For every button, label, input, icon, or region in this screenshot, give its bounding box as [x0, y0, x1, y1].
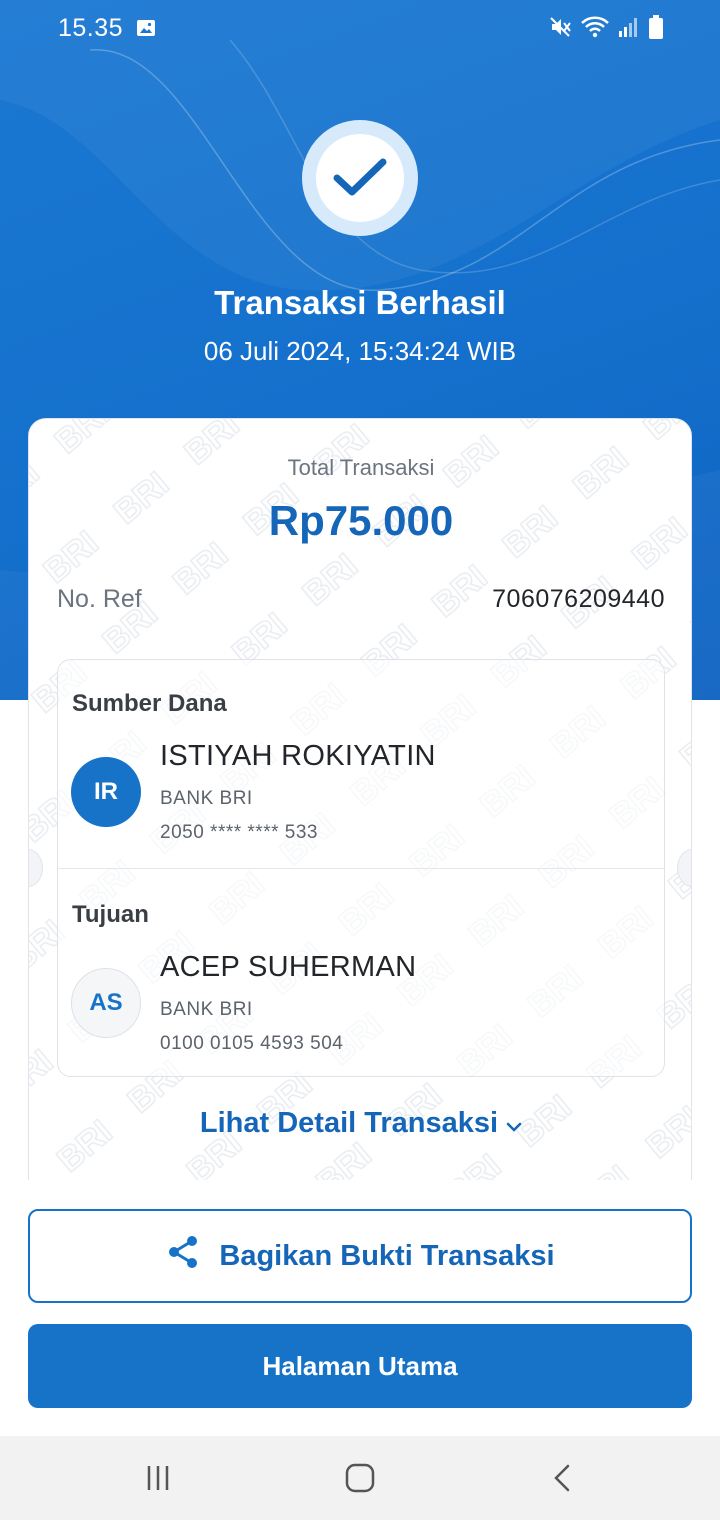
home-page-button[interactable]: Halaman Utama — [28, 1324, 692, 1408]
view-detail-link[interactable]: Lihat Detail Transaksi — [29, 1107, 691, 1141]
parties-divider — [58, 868, 664, 869]
total-amount: Rp75.000 — [268, 497, 454, 544]
total-label: Total Transaksi — [287, 455, 435, 480]
ref-label: No. Ref — [57, 585, 142, 613]
parties-box: Sumber Dana IR ISTIYAH ROKIYATIN BANK BR… — [57, 659, 665, 1077]
status-time: 15.35 — [58, 14, 124, 42]
destination-bank: BANK BRI — [160, 999, 253, 1020]
success-badge — [302, 120, 418, 236]
source-account: 2050 **** **** 533 — [160, 822, 318, 843]
destination-label: Tujuan — [72, 901, 149, 928]
status-bar: 15.35 — [0, 0, 720, 58]
source-bank: BANK BRI — [160, 788, 253, 809]
share-receipt-button[interactable]: Bagikan Bukti Transaksi — [28, 1209, 692, 1303]
page-title: Transaksi Berhasil — [214, 284, 506, 321]
share-receipt-label: Bagikan Bukti Transaksi — [219, 1239, 555, 1272]
ref-value: 706076209440 — [492, 585, 665, 613]
chevron-down-icon — [506, 1108, 522, 1141]
recent-apps-icon[interactable] — [138, 1458, 178, 1498]
image-icon — [136, 18, 156, 43]
signal-icon — [618, 16, 640, 43]
back-icon[interactable] — [542, 1458, 582, 1498]
screen: 15.35 Transaksi Berhasil 06 Juli 2024, 1… — [0, 0, 720, 1520]
destination-avatar: AS — [71, 968, 141, 1038]
destination-account: 0100 0105 4593 504 — [160, 1033, 344, 1054]
mute-icon — [548, 15, 572, 44]
share-icon — [165, 1234, 201, 1278]
wifi-icon — [580, 15, 610, 44]
receipt-card: BRI Total Transaksi Rp75.000 No. Ref 706… — [28, 418, 692, 1218]
system-nav-bar — [0, 1436, 720, 1520]
check-icon — [316, 134, 404, 222]
source-name: ISTIYAH ROKIYATIN — [160, 740, 436, 772]
source-avatar: IR — [71, 757, 141, 827]
home-icon[interactable] — [340, 1458, 380, 1498]
source-label: Sumber Dana — [72, 690, 227, 717]
action-panel: Bagikan Bukti Transaksi Halaman Utama — [0, 1180, 720, 1436]
transaction-datetime: 06 Juli 2024, 15:34:24 WIB — [203, 336, 517, 366]
battery-icon — [648, 14, 664, 45]
status-icons — [548, 14, 664, 45]
destination-name: ACEP SUHERMAN — [160, 951, 417, 983]
view-detail-label: Lihat Detail Transaksi — [199, 1107, 499, 1139]
